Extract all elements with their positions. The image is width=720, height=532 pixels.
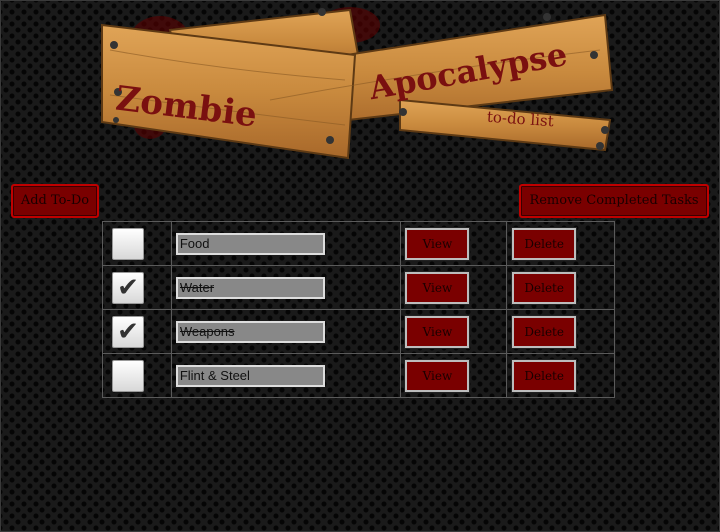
delete-button[interactable]: Delete bbox=[511, 270, 578, 305]
checkmark-icon: ✔ bbox=[117, 316, 139, 347]
task-checkbox[interactable]: ✔ bbox=[112, 271, 144, 304]
view-button[interactable]: View bbox=[404, 270, 471, 305]
todo-row: View Delete bbox=[102, 353, 615, 398]
zombie-apocalypse-logo: Zombie Apocalypse to-do list bbox=[101, 7, 614, 160]
task-text-input[interactable] bbox=[175, 320, 325, 343]
delete-button[interactable]: Delete bbox=[511, 358, 578, 393]
task-text-input[interactable] bbox=[175, 232, 325, 255]
delete-button[interactable]: Delete bbox=[511, 226, 578, 261]
task-checkbox[interactable] bbox=[112, 359, 144, 392]
add-todo-button[interactable]: Add To-Do bbox=[11, 184, 99, 218]
todo-row: ✔ View Delete bbox=[102, 309, 615, 354]
todo-row: View Delete bbox=[102, 221, 615, 266]
todo-list: View Delete ✔ View Delete ✔ View Delete … bbox=[102, 221, 615, 398]
remove-completed-button[interactable]: Remove Completed Tasks bbox=[519, 184, 709, 218]
todo-row: ✔ View Delete bbox=[102, 265, 615, 310]
view-button[interactable]: View bbox=[404, 314, 471, 349]
task-text-input[interactable] bbox=[175, 276, 325, 299]
checkmark-icon: ✔ bbox=[117, 272, 139, 303]
delete-button[interactable]: Delete bbox=[511, 314, 578, 349]
task-checkbox[interactable] bbox=[112, 227, 144, 260]
task-text-input[interactable] bbox=[175, 364, 325, 387]
view-button[interactable]: View bbox=[404, 358, 471, 393]
view-button[interactable]: View bbox=[404, 226, 471, 261]
task-checkbox[interactable]: ✔ bbox=[112, 315, 144, 348]
